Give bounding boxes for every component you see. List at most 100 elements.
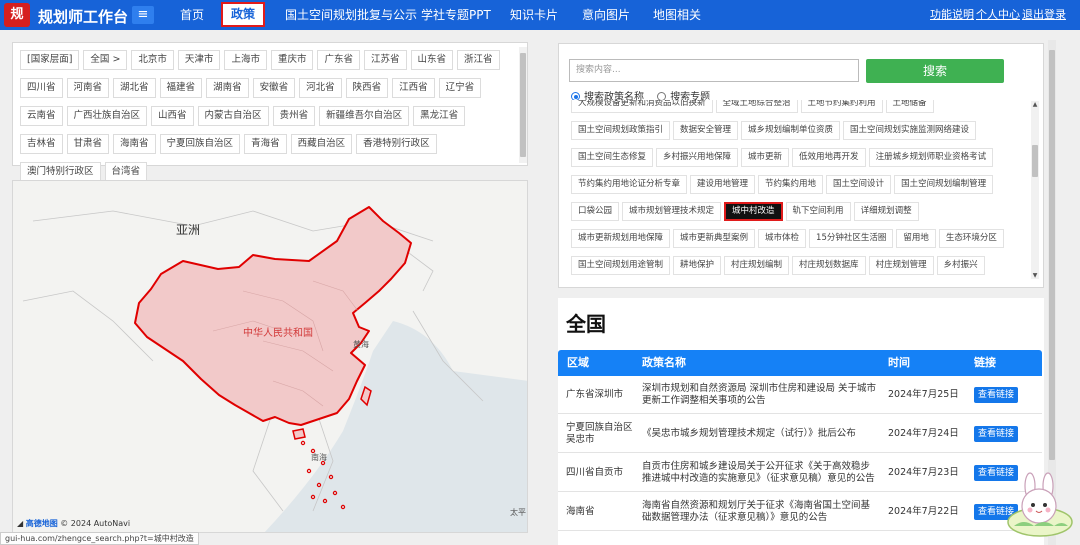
view-link-button[interactable]: 查看链接 [974,426,1019,442]
region-tag[interactable]: 澳门特别行政区 [20,162,101,182]
topic-tag[interactable]: 村庄规划管理 [868,256,934,275]
region-tag[interactable]: 湖南省 [206,78,249,98]
row-link-cell: 查看链接 [974,415,1034,453]
site-brand[interactable]: 规划师工作台 [38,6,128,27]
region-tag[interactable]: 台湾省 [104,162,148,182]
topic-tag[interactable]: 国土空间规划政策指引 [571,121,671,140]
topic-tag[interactable]: 城市体检 [758,229,807,248]
topic-tag[interactable]: 数据安全管理 [673,121,739,140]
china-map[interactable]: 亚洲 中华人民共和国 黄海 南海 太平 ◢ 高德地图 © 2024 AutoNa… [12,180,528,533]
topic-tag[interactable]: 耕地保护 [673,256,722,275]
region-tag[interactable]: 黑龙江省 [413,106,466,126]
topic-tag[interactable]: 低效用地再开发 [792,148,866,167]
region-tag[interactable]: 云南省 [20,106,63,126]
rabbit-mascot-icon[interactable] [1004,470,1076,542]
region-tag[interactable]: 广西壮族自治区 [66,106,148,126]
region-tag[interactable]: 香港特别行政区 [356,134,437,154]
topic-scrollbar-thumb[interactable] [1032,145,1038,177]
region-tag[interactable]: 重庆市 [270,50,314,70]
region-scrollbar-thumb[interactable] [520,53,526,157]
region-tag[interactable]: 宁夏回族自治区 [159,134,241,154]
topic-tag[interactable]: 村庄规划编制 [724,256,790,275]
topic-tag[interactable]: 城市更新 [741,148,790,167]
scroll-down-icon[interactable]: ▼ [1031,272,1039,279]
topic-tag[interactable]: 生态环境分区 [938,229,1004,248]
topic-tag[interactable]: 土地储备 [885,100,934,113]
topic-tag[interactable]: 城乡规划编制单位资质 [741,121,841,140]
topic-tag-selected[interactable]: 城中村改造 [724,202,783,221]
topic-tag[interactable]: 节约集约用地论证分析专章 [571,175,688,194]
nav-territorial-plan-approval[interactable]: 国土空间规划批复与公示 [285,0,417,30]
region-tag[interactable]: 河北省 [299,78,342,98]
status-bar-url: gui-hua.com/zhengce_search.php?t=城中村改造 [0,532,199,545]
topic-tag[interactable]: 节约集约用地 [758,175,824,194]
topic-tag[interactable]: 大规模设备更新和消费品以旧换新 [571,100,713,113]
scroll-up-icon[interactable]: ▲ [1031,101,1039,108]
nav-policy[interactable]: 政策 [221,2,266,27]
region-tag[interactable]: 江苏省 [363,50,407,70]
topic-tag[interactable]: 国土空间设计 [826,175,892,194]
topic-tag[interactable]: 乡村振兴 [936,256,985,275]
view-link-button[interactable]: 查看链接 [974,387,1019,403]
menu-toggle-icon[interactable]: ≡ [132,6,154,24]
topic-tag[interactable]: 轨下空间利用 [785,202,851,221]
region-tag[interactable]: 四川省 [20,78,63,98]
nav-home[interactable]: 首页 [180,0,204,30]
topic-tag[interactable]: 城市更新典型案例 [673,229,756,248]
site-logo-icon[interactable]: 规 [4,3,30,27]
topic-tag[interactable]: 土地节约集约利用 [800,100,883,113]
topic-tag[interactable]: 留用地 [896,229,936,248]
nav-reference-images[interactable]: 意向图片 [582,0,630,30]
region-tag[interactable]: 湖北省 [113,78,156,98]
region-tag[interactable]: 贵州省 [272,106,316,126]
region-tag[interactable]: 浙江省 [457,50,500,70]
region-tag[interactable]: 安徽省 [252,78,296,98]
topic-tag[interactable]: 口袋公园 [571,202,620,221]
search-button[interactable]: 搜索 [866,59,1004,83]
region-scrollbar[interactable] [519,47,527,163]
nav-topic-ppt[interactable]: 学社专题PPT [421,0,491,30]
region-tag[interactable]: [国家层面] [20,50,80,70]
page-scrollbar-thumb[interactable] [1049,50,1055,460]
map-canvas[interactable] [13,181,528,533]
region-tag[interactable]: 北京市 [131,50,174,70]
region-tag[interactable]: 吉林省 [20,134,63,154]
region-tag[interactable]: 内蒙古自治区 [197,106,269,126]
topic-tag[interactable]: 乡村振兴用地保障 [656,148,739,167]
nav-help-link[interactable]: 功能说明 [930,0,974,30]
region-tag[interactable]: 海南省 [113,134,156,154]
region-tag[interactable]: 福建省 [159,78,203,98]
region-tag[interactable]: 全国 > [83,50,128,70]
topic-scrollbar[interactable]: ▲ ▼ [1031,101,1039,279]
topic-tag[interactable]: 注册城乡规划师职业资格考试 [868,148,994,167]
nav-profile-link[interactable]: 个人中心 [976,0,1020,30]
topic-tag[interactable]: 城市规划管理技术规定 [622,202,722,221]
region-tag[interactable]: 西藏自治区 [290,134,353,154]
topic-tag[interactable]: 15分钟社区生活圈 [809,229,894,248]
region-tag[interactable]: 甘肃省 [66,134,110,154]
search-input[interactable]: 搜索内容... [569,59,859,82]
topic-tag[interactable]: 国土空间规划编制管理 [894,175,994,194]
topic-tag[interactable]: 村庄规划数据库 [792,256,866,275]
topic-tag[interactable]: 城市更新规划用地保障 [571,229,671,248]
region-tag[interactable]: 山东省 [410,50,454,70]
nav-logout-link[interactable]: 退出登录 [1022,0,1066,30]
topic-tag[interactable]: 全域土地综合整治 [715,100,798,113]
region-tag[interactable]: 辽宁省 [438,78,482,98]
region-tag[interactable]: 青海省 [244,134,287,154]
nav-knowledge-cards[interactable]: 知识卡片 [510,0,558,30]
region-tag[interactable]: 江西省 [392,78,435,98]
region-tag[interactable]: 新疆维吾尔自治区 [319,106,410,126]
region-tag[interactable]: 河南省 [66,78,110,98]
region-tag[interactable]: 上海市 [224,50,267,70]
topic-tag[interactable]: 国土空间规划用途管制 [571,256,671,275]
topic-tag[interactable]: 详细规划调整 [853,202,919,221]
topic-tag[interactable]: 国土空间生态修复 [571,148,654,167]
region-tag[interactable]: 山西省 [151,106,194,126]
region-tag[interactable]: 天津市 [177,50,221,70]
region-tag[interactable]: 广东省 [317,50,360,70]
region-tag[interactable]: 陕西省 [345,78,389,98]
topic-tag[interactable]: 国土空间规划实施监测网络建设 [843,121,977,140]
topic-tag[interactable]: 建设用地管理 [690,175,756,194]
nav-map[interactable]: 地图相关 [653,0,701,30]
